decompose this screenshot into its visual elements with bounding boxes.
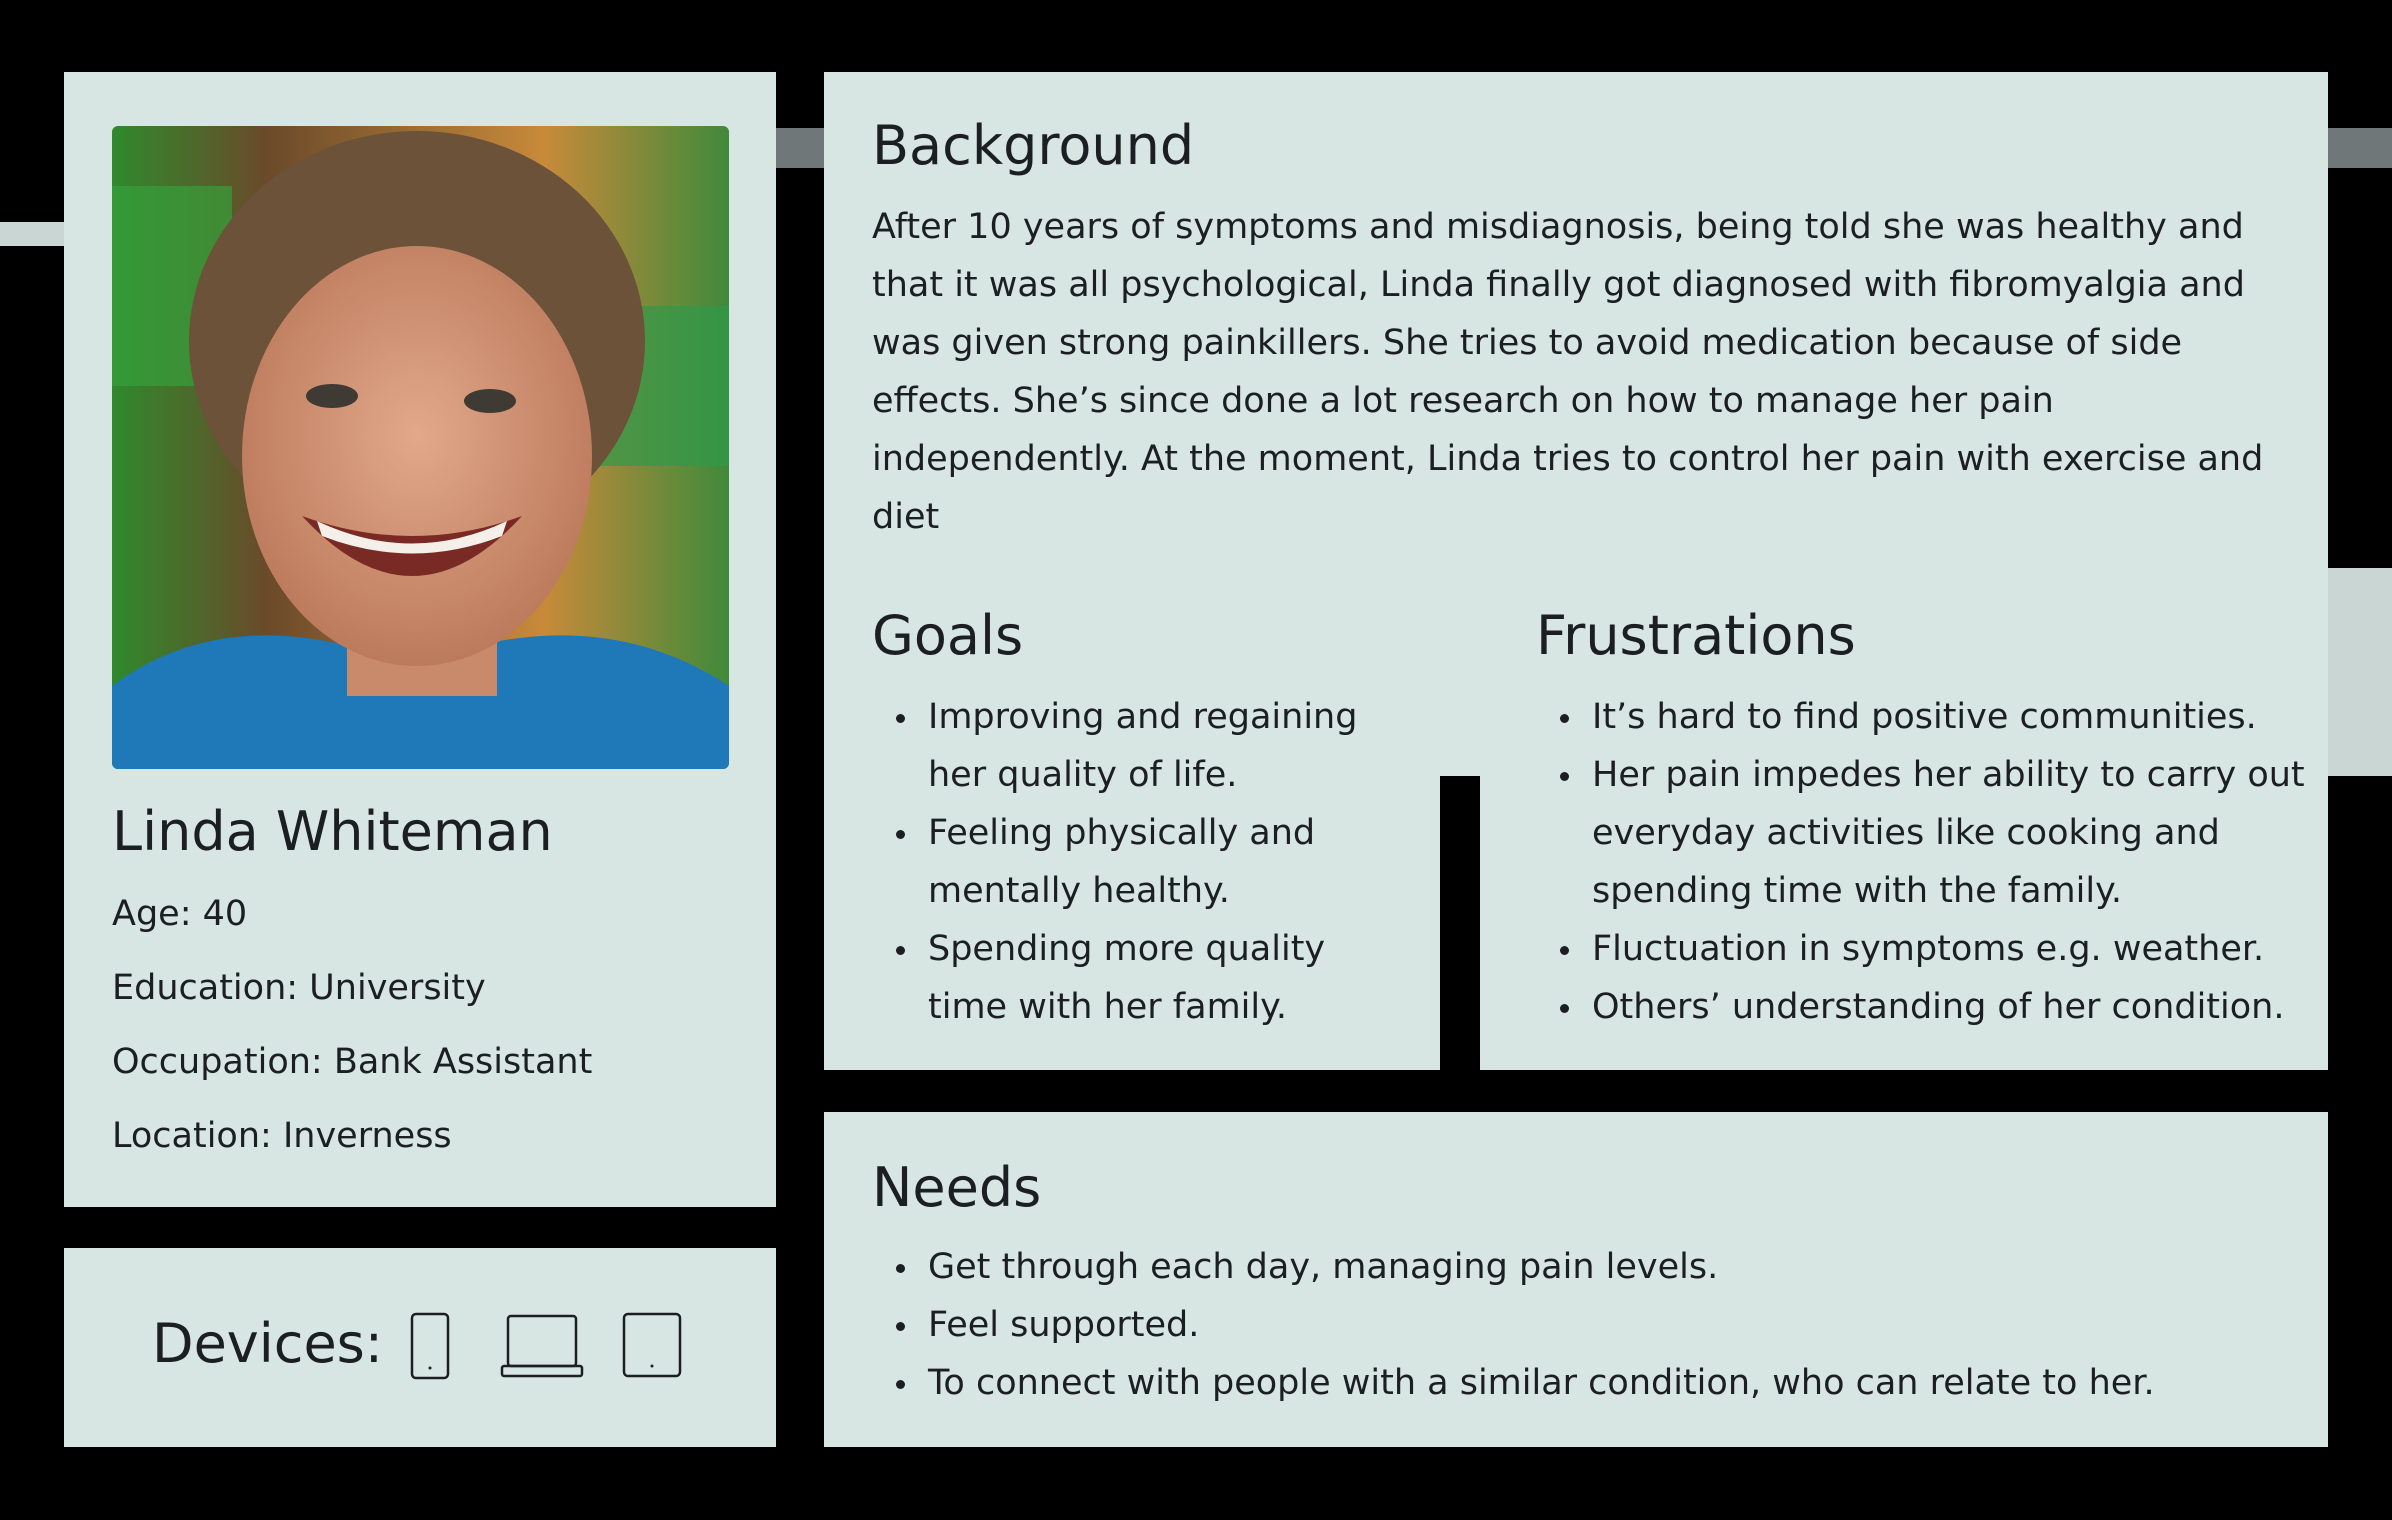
person-name: Linda Whiteman xyxy=(112,800,553,863)
needs-title: Needs xyxy=(872,1156,1042,1219)
goals-card: Goals Improving and regaining her qualit… xyxy=(824,540,1440,1070)
list-item: Feel supported. xyxy=(896,1296,2308,1354)
background-text: After 10 years of symptoms and misdiagno… xyxy=(872,207,2264,537)
education-detail: Education: University xyxy=(112,968,486,1008)
frustrations-title: Frustrations xyxy=(1536,604,1856,667)
needs-card: Needs Get through each day, managing pai… xyxy=(824,1112,2328,1447)
list-item: Others’ understanding of her condition. xyxy=(1560,978,2312,1036)
age-detail: Age: 40 xyxy=(112,894,248,934)
decorative-strip-left xyxy=(776,128,824,168)
frustrations-list: It’s hard to find positive communities. … xyxy=(1536,688,2312,1036)
background-title: Background xyxy=(872,114,1195,177)
goals-list: Improving and regaining her quality of l… xyxy=(872,688,1398,1036)
devices-card: Devices: xyxy=(64,1248,776,1447)
profile-photo xyxy=(112,126,729,769)
list-item: Improving and regaining her quality of l… xyxy=(896,688,1398,804)
decorative-strip-far-left xyxy=(0,222,64,246)
list-item: To connect with people with a similar co… xyxy=(896,1354,2308,1412)
list-item: It’s hard to find positive communities. xyxy=(1560,688,2312,746)
decorative-strip-side xyxy=(2328,568,2392,776)
list-item: Feeling physically and mentally healthy. xyxy=(896,804,1398,920)
list-item: Her pain impedes her ability to carry ou… xyxy=(1560,746,2312,920)
location-detail: Location: Inverness xyxy=(112,1116,452,1156)
frustrations-card: Frustrations It’s hard to find positive … xyxy=(1480,540,2328,1070)
list-item: Spending more quality time with her fami… xyxy=(896,920,1398,1036)
devices-label: Devices: xyxy=(152,1312,384,1375)
needs-list: Get through each day, managing pain leve… xyxy=(872,1238,2308,1412)
laptop-icon xyxy=(500,1314,584,1378)
list-item: Get through each day, managing pain leve… xyxy=(896,1238,2308,1296)
tablet-icon xyxy=(622,1312,682,1378)
goals-title: Goals xyxy=(872,604,1024,667)
list-item: Fluctuation in symptoms e.g. weather. xyxy=(1560,920,2312,978)
smartphone-icon xyxy=(410,1312,450,1380)
profile-card: Linda Whiteman Age: 40 Education: Univer… xyxy=(64,72,776,1207)
decorative-strip-right xyxy=(2328,128,2392,168)
occupation-detail: Occupation: Bank Assistant xyxy=(112,1042,593,1082)
